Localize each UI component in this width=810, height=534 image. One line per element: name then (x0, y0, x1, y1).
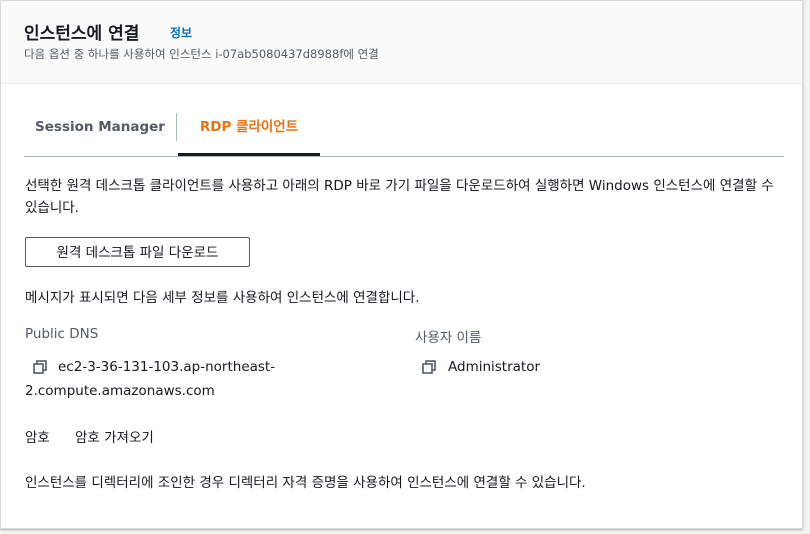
public-dns-label: Public DNS (25, 326, 99, 342)
page-subtitle: 다음 옵션 중 하나를 사용하여 인스턴스 i-07ab5080437d8988… (24, 47, 379, 61)
connection-prompt-text: 메시지가 표시되면 다음 세부 정보를 사용하여 인스턴스에 연결합니다. (25, 290, 420, 306)
public-dns-value-line1: ec2-3-36-131-103.ap-northeast- (58, 359, 276, 375)
tab-divider (176, 113, 177, 141)
page-title: 인스턴스에 연결 (24, 24, 140, 44)
copy-icon[interactable] (422, 360, 436, 374)
connect-instance-panel: 인스턴스에 연결 정보 다음 옵션 중 하나를 사용하여 인스턴스 i-07ab… (0, 0, 803, 529)
tab-session-manager[interactable]: Session Manager (24, 111, 176, 155)
directory-join-note: 인스턴스를 디렉터리에 조인한 경우 디렉터리 자격 증명을 사용하여 인스턴스… (25, 475, 586, 491)
panel-header: 인스턴스에 연결 정보 다음 옵션 중 하나를 사용하여 인스턴스 i-07ab… (1, 1, 802, 84)
public-dns-value-line2: 2.compute.amazonaws.com (25, 383, 215, 399)
tab-rdp-client[interactable]: RDP 클라이언트 (178, 111, 320, 156)
username-value: Administrator (448, 359, 541, 375)
username-label: 사용자 이름 (415, 330, 482, 346)
connect-method-tabs: Session Manager RDP 클라이언트 (24, 111, 784, 157)
info-link[interactable]: 정보 (170, 24, 192, 41)
password-label: 암호 (25, 430, 50, 446)
get-password-link[interactable]: 암호 가져오기 (75, 426, 154, 446)
copy-icon[interactable] (33, 360, 47, 374)
rdp-description: 선택한 원격 데스크톱 클라이언트를 사용하고 아래의 RDP 바로 가기 파일… (25, 178, 774, 216)
download-rdp-file-button[interactable]: 원격 데스크톱 파일 다운로드 (25, 237, 250, 267)
